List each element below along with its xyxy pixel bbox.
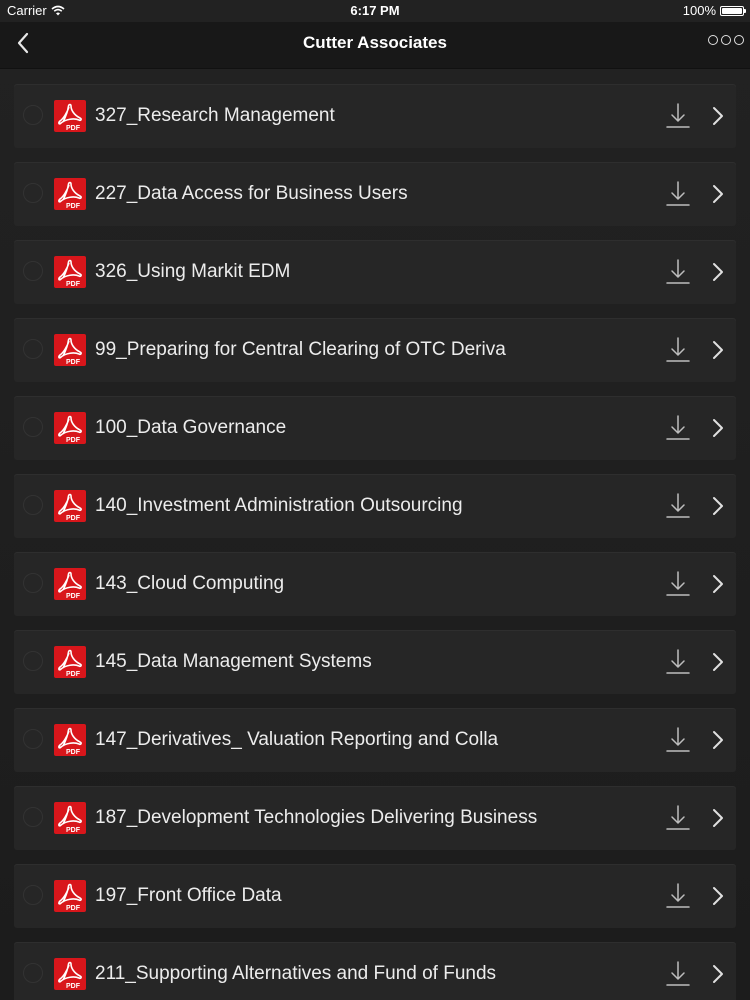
- svg-text:PDF: PDF: [66, 515, 81, 522]
- document-row[interactable]: PDF 100_Data Governance: [14, 396, 736, 460]
- navigation-bar: Cutter Associates: [0, 22, 750, 69]
- chevron-right-icon[interactable]: [711, 963, 725, 985]
- select-checkbox[interactable]: [23, 495, 43, 515]
- download-icon[interactable]: [665, 491, 691, 521]
- select-checkbox[interactable]: [23, 573, 43, 593]
- select-checkbox[interactable]: [23, 729, 43, 749]
- pdf-file-icon: PDF: [54, 646, 86, 678]
- select-checkbox[interactable]: [23, 261, 43, 281]
- download-icon[interactable]: [665, 647, 691, 677]
- svg-text:PDF: PDF: [66, 437, 81, 444]
- pdf-file-icon: PDF: [54, 802, 86, 834]
- chevron-right-icon[interactable]: [711, 339, 725, 361]
- document-row[interactable]: PDF 227_Data Access for Business Users: [14, 162, 736, 226]
- document-title: 211_Supporting Alternatives and Fund of …: [95, 963, 497, 984]
- svg-text:PDF: PDF: [66, 749, 81, 756]
- svg-text:PDF: PDF: [66, 671, 81, 678]
- chevron-right-icon[interactable]: [711, 807, 725, 829]
- document-title: 145_Data Management Systems: [95, 651, 372, 672]
- more-dot: [721, 35, 731, 45]
- document-row[interactable]: PDF 327_Research Management: [14, 84, 736, 148]
- more-dot: [708, 35, 718, 45]
- download-icon[interactable]: [665, 413, 691, 443]
- pdf-file-icon: PDF: [54, 958, 86, 990]
- svg-text:PDF: PDF: [66, 593, 81, 600]
- document-row[interactable]: PDF 326_Using Markit EDM: [14, 240, 736, 304]
- pdf-file-icon: PDF: [54, 568, 86, 600]
- svg-text:PDF: PDF: [66, 905, 81, 912]
- select-checkbox[interactable]: [23, 105, 43, 125]
- document-title: 147_Derivatives_ Valuation Reporting and…: [95, 729, 499, 750]
- pdf-file-icon: PDF: [54, 412, 86, 444]
- battery-icon: [720, 5, 746, 16]
- document-title: 100_Data Governance: [95, 417, 287, 438]
- document-row[interactable]: PDF 187_Development Technologies Deliver…: [14, 786, 736, 850]
- download-icon[interactable]: [665, 959, 691, 989]
- download-icon[interactable]: [665, 335, 691, 365]
- chevron-right-icon[interactable]: [711, 261, 725, 283]
- document-title: 187_Development Technologies Delivering …: [95, 807, 538, 828]
- download-icon[interactable]: [665, 569, 691, 599]
- select-checkbox[interactable]: [23, 417, 43, 437]
- pdf-file-icon: PDF: [54, 100, 86, 132]
- svg-text:PDF: PDF: [66, 203, 81, 210]
- chevron-right-icon[interactable]: [711, 885, 725, 907]
- document-title: 143_Cloud Computing: [95, 573, 285, 594]
- download-icon[interactable]: [665, 179, 691, 209]
- chevron-right-icon[interactable]: [711, 183, 725, 205]
- svg-text:PDF: PDF: [66, 983, 81, 990]
- document-row[interactable]: PDF 197_Front Office Data: [14, 864, 736, 928]
- download-icon[interactable]: [665, 257, 691, 287]
- select-checkbox[interactable]: [23, 339, 43, 359]
- download-icon[interactable]: [665, 101, 691, 131]
- document-row[interactable]: PDF 99_Preparing for Central Clearing of…: [14, 318, 736, 382]
- document-row[interactable]: PDF 145_Data Management Systems: [14, 630, 736, 694]
- svg-text:PDF: PDF: [66, 827, 81, 834]
- chevron-right-icon[interactable]: [711, 651, 725, 673]
- chevron-right-icon[interactable]: [711, 495, 725, 517]
- chevron-right-icon[interactable]: [711, 105, 725, 127]
- document-title: 327_Research Management: [95, 105, 335, 126]
- download-icon[interactable]: [665, 881, 691, 911]
- document-row[interactable]: PDF 140_Investment Administration Outsou…: [14, 474, 736, 538]
- select-checkbox[interactable]: [23, 807, 43, 827]
- select-checkbox[interactable]: [23, 963, 43, 983]
- battery-fill: [722, 7, 742, 14]
- pdf-file-icon: PDF: [54, 256, 86, 288]
- document-row[interactable]: PDF 143_Cloud Computing: [14, 552, 736, 616]
- more-options-icon[interactable]: [708, 35, 744, 45]
- document-title: 326_Using Markit EDM: [95, 261, 291, 282]
- pdf-file-icon: PDF: [54, 490, 86, 522]
- download-icon[interactable]: [665, 803, 691, 833]
- svg-text:PDF: PDF: [66, 125, 81, 132]
- pdf-file-icon: PDF: [54, 178, 86, 210]
- document-title: 99_Preparing for Central Clearing of OTC…: [95, 339, 506, 360]
- status-time: 6:17 PM: [350, 3, 400, 18]
- page-title: Cutter Associates: [303, 33, 447, 52]
- chevron-right-icon[interactable]: [711, 729, 725, 751]
- select-checkbox[interactable]: [23, 651, 43, 671]
- document-row[interactable]: PDF 147_Derivatives_ Valuation Reporting…: [14, 708, 736, 772]
- chevron-right-icon[interactable]: [711, 417, 725, 439]
- pdf-file-icon: PDF: [54, 880, 86, 912]
- svg-text:PDF: PDF: [66, 281, 81, 288]
- status-bar: Carrier 6:17 PM 100%: [0, 0, 750, 22]
- pdf-file-icon: PDF: [54, 724, 86, 756]
- select-checkbox[interactable]: [23, 885, 43, 905]
- status-right: 100%: [682, 3, 746, 18]
- document-title: 227_Data Access for Business Users: [95, 183, 408, 204]
- document-title: 197_Front Office Data: [95, 885, 282, 906]
- battery-percent: 100%: [682, 3, 716, 18]
- document-title: 140_Investment Administration Outsourcin…: [95, 495, 463, 516]
- chevron-right-icon[interactable]: [711, 573, 725, 595]
- svg-text:PDF: PDF: [66, 359, 81, 366]
- document-row[interactable]: PDF 211_Supporting Alternatives and Fund…: [14, 942, 736, 1000]
- pdf-file-icon: PDF: [54, 334, 86, 366]
- more-dot: [734, 35, 744, 45]
- download-icon[interactable]: [665, 725, 691, 755]
- screen: Carrier 6:17 PM 100% Cutter Associates P…: [0, 0, 750, 1000]
- select-checkbox[interactable]: [23, 183, 43, 203]
